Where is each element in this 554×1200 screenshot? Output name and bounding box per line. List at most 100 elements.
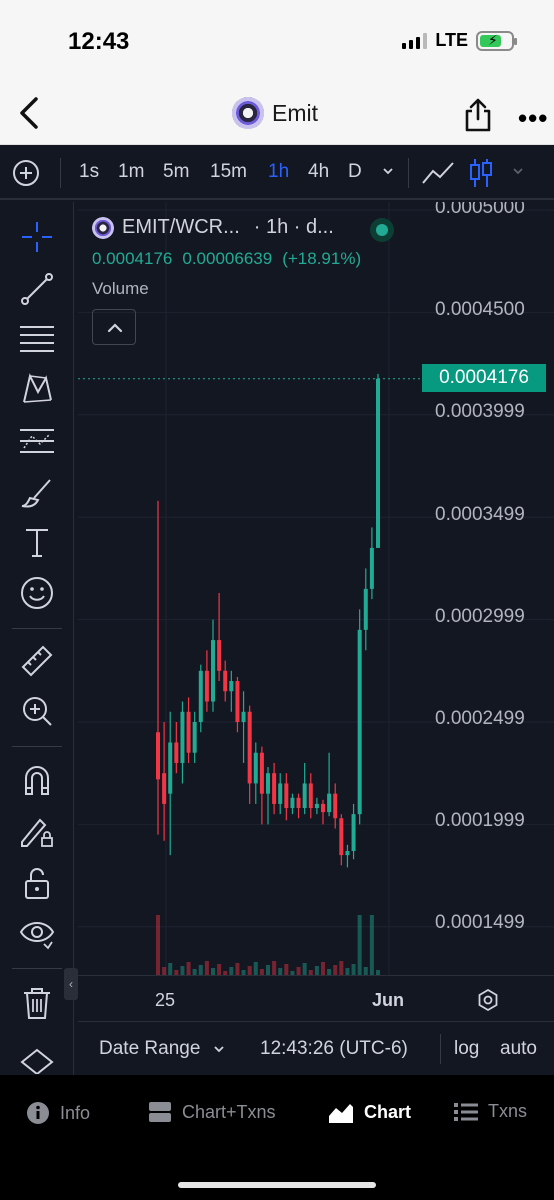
eye-icon[interactable] [18, 914, 56, 952]
time-axis[interactable]: 25 Jun [78, 975, 554, 1021]
fib-lines-icon[interactable] [18, 320, 56, 358]
chevron-down-icon[interactable] [511, 164, 525, 178]
interval-1s[interactable]: 1s [79, 161, 99, 183]
time-tick: Jun [372, 990, 405, 1010]
volume-bar [204, 961, 209, 975]
crosshair-icon[interactable] [18, 218, 56, 256]
candle-body [333, 793, 338, 819]
toolbar-divider [408, 158, 409, 188]
legend-symbol[interactable]: EMIT/WCR... [122, 216, 240, 239]
layers-icon[interactable] [18, 1048, 56, 1074]
chart-toolbar: 1s 1m 5m 15m 1h 4h D [0, 146, 554, 200]
trash-icon[interactable] [18, 984, 56, 1022]
area-chart-icon [329, 1104, 353, 1123]
time-tick: 25 [155, 990, 176, 1010]
chevron-down-icon[interactable] [381, 164, 395, 178]
legend-volume: Volume [92, 279, 149, 298]
candle-body [290, 797, 295, 809]
candle-body [235, 681, 240, 722]
toolbar-divider [60, 158, 61, 188]
volume-bar [162, 967, 167, 975]
lock-drawing-icon[interactable] [18, 812, 56, 850]
volume-bar [186, 962, 191, 975]
tools-divider [12, 628, 62, 629]
volume-bar [345, 968, 350, 975]
volume-bar [278, 968, 283, 975]
tab-chart-txns[interactable]: Chart+Txns [148, 1101, 276, 1123]
date-range-dropdown[interactable]: Date Range [99, 1038, 200, 1060]
volume-bar [247, 966, 252, 975]
price-tick: 0.0005000 [435, 202, 525, 218]
volume-bar [314, 966, 319, 975]
candle-body [296, 797, 301, 809]
candle-body [284, 783, 289, 809]
candle-body [217, 640, 222, 671]
info-icon [27, 1102, 49, 1124]
back-arrow-icon[interactable] [14, 93, 44, 133]
auto-scale-toggle[interactable]: auto [500, 1038, 537, 1060]
chevron-down-icon[interactable] [212, 1042, 226, 1056]
candle-body [204, 670, 209, 702]
line-chart-icon[interactable] [421, 159, 455, 187]
candles-icon[interactable] [468, 157, 494, 189]
zoom-in-icon[interactable] [18, 692, 56, 730]
legend-price: 0.0004176 [92, 249, 173, 268]
candle-body [376, 378, 380, 548]
trend-line-icon[interactable] [18, 270, 56, 308]
chart-txns-icon [149, 1102, 171, 1122]
candle-body [186, 711, 191, 753]
interval-1m[interactable]: 1m [118, 161, 144, 183]
log-scale-toggle[interactable]: log [454, 1038, 479, 1060]
tab-info[interactable]: Info [26, 1101, 90, 1125]
forecast-icon[interactable] [18, 422, 56, 460]
chart-area[interactable]: EMIT/WCR... · 1h · d... 0.0004176 0.0000… [78, 202, 554, 1022]
more-options-icon[interactable]: ••• [518, 103, 548, 134]
candle-body [198, 670, 203, 722]
interval-1h[interactable]: 1h [268, 161, 289, 183]
volume-bar [217, 964, 222, 975]
legend-change: 0.00006639 [182, 249, 273, 268]
brush-icon[interactable] [18, 474, 56, 512]
magnet-icon[interactable] [18, 762, 56, 800]
candle-body [363, 588, 368, 630]
candle-body [156, 732, 160, 780]
page-title: Emit [272, 99, 318, 126]
home-indicator [178, 1182, 376, 1188]
market-status-icon [370, 218, 394, 242]
chart-settings-icon[interactable] [476, 988, 500, 1012]
toolbar-collapse-handle[interactable]: ‹ [64, 968, 78, 1000]
share-icon[interactable] [462, 97, 494, 133]
status-indicators: LTE ⚡ [402, 30, 517, 51]
list-icon [454, 1102, 478, 1121]
tab-chart[interactable]: Chart [328, 1101, 411, 1123]
interval-15m[interactable]: 15m [210, 161, 247, 183]
candle-body [266, 773, 270, 794]
network-label: LTE [435, 30, 468, 50]
unlock-icon[interactable] [18, 864, 56, 902]
volume-bar [369, 915, 374, 975]
pattern-icon[interactable] [18, 370, 56, 408]
volume-bar [198, 965, 203, 975]
candle-body [314, 803, 319, 809]
add-indicator-icon[interactable] [12, 159, 40, 187]
tools-divider [12, 968, 62, 969]
interval-4h[interactable]: 4h [308, 161, 329, 183]
candle-body [162, 773, 167, 804]
timezone-clock[interactable]: 12:43:26 (UTC-6) [260, 1038, 408, 1060]
tab-label: Chart [364, 1101, 412, 1122]
candle-body [302, 783, 307, 809]
interval-5m[interactable]: 5m [163, 161, 189, 183]
candle-body [259, 752, 264, 794]
candle-body [278, 783, 283, 804]
collapse-legend-button[interactable] [92, 309, 136, 345]
drawing-toolbar [0, 202, 74, 1075]
text-icon[interactable] [18, 524, 56, 562]
candle-body [327, 793, 332, 813]
tab-txns[interactable]: Txns [454, 1101, 527, 1122]
volume-bar [363, 967, 368, 975]
interval-d[interactable]: D [348, 161, 362, 183]
ruler-icon[interactable] [18, 642, 56, 680]
emoji-icon[interactable] [18, 574, 56, 612]
candle-body [351, 814, 356, 852]
volume-bar [302, 963, 307, 975]
